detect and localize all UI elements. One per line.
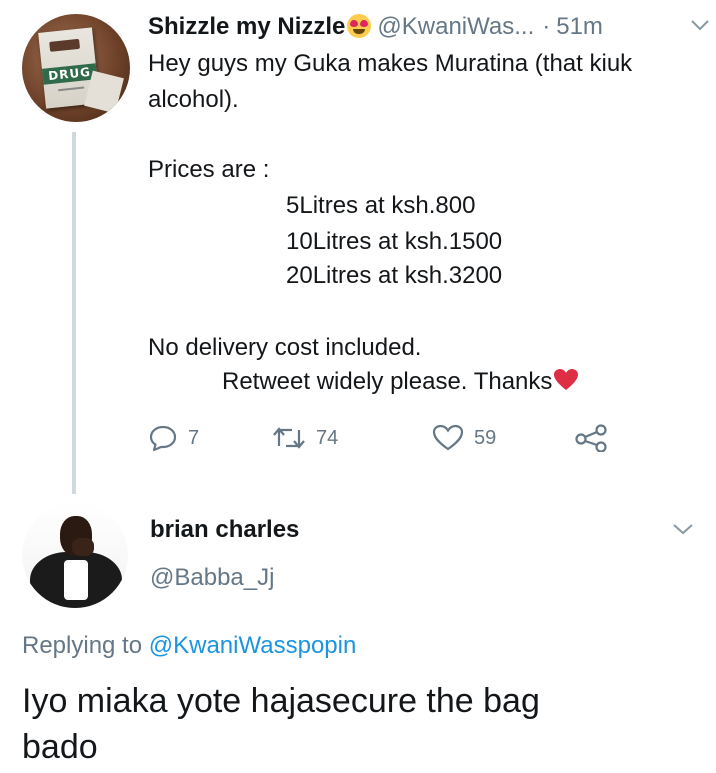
share-icon xyxy=(575,424,607,452)
reply-count: 7 xyxy=(188,426,200,449)
tweet-header: Shizzle my Nizzle @KwaniWas... · 51m xyxy=(148,10,603,44)
like-button[interactable]: 59 xyxy=(432,424,496,452)
retweet-icon xyxy=(273,427,305,449)
separator-dot: · xyxy=(542,13,551,40)
price-line: 5Litres at ksh.800 xyxy=(286,192,476,219)
red-heart-emoji-icon xyxy=(554,369,579,390)
tweet-text-line: No delivery cost included. xyxy=(148,334,422,361)
avatar[interactable]: DRUG xyxy=(22,14,130,122)
reply-icon xyxy=(149,425,177,452)
reply-button[interactable]: 7 xyxy=(148,424,199,452)
tweet-actions: 7 74 59 xyxy=(148,420,708,456)
avatar[interactable] xyxy=(22,502,128,608)
chevron-down-icon[interactable] xyxy=(690,18,710,32)
tweet-text-line-content: Retweet widely please. Thanks xyxy=(222,368,553,395)
chevron-down-icon[interactable] xyxy=(672,522,694,536)
like-count: 59 xyxy=(474,426,497,449)
heart-eyes-emoji-icon xyxy=(347,14,372,38)
author-handle[interactable]: @KwaniWas... xyxy=(377,13,534,41)
tweet-main[interactable]: DRUG Shizzle my Nizzle @KwaniWas... · 51… xyxy=(0,0,716,500)
author-name[interactable]: Shizzle my Nizzle xyxy=(148,13,345,41)
replying-to: Replying to @KwaniWasspopin xyxy=(22,632,356,660)
author-name[interactable]: brian charles xyxy=(150,516,299,544)
author-handle[interactable]: @Babba_Jj xyxy=(150,564,274,592)
tweet-text-line: Retweet widely please. Thanks xyxy=(222,366,579,398)
reply-text-line: bado xyxy=(22,728,98,766)
price-line: 10Litres at ksh.1500 xyxy=(286,228,503,255)
price-line: 20Litres at ksh.3200 xyxy=(286,262,503,289)
retweet-count: 74 xyxy=(316,426,339,449)
tweet-time[interactable]: 51m xyxy=(556,13,603,41)
heart-outline-icon xyxy=(432,424,464,451)
replying-prefix: Replying to xyxy=(22,632,143,659)
tweet-text-line: Prices are : xyxy=(148,156,270,183)
share-button[interactable] xyxy=(574,424,608,452)
tweet-text-line: alcohol). xyxy=(148,86,239,113)
replying-to-link[interactable]: @KwaniWasspopin xyxy=(149,632,357,659)
thread-line xyxy=(72,132,76,494)
tweet-text-line: Hey guys my Guka makes Muratina (that ki… xyxy=(148,50,633,77)
reply-text-line: Iyo miaka yote hajasecure the bag xyxy=(22,682,540,720)
retweet-button[interactable]: 74 xyxy=(272,424,338,452)
